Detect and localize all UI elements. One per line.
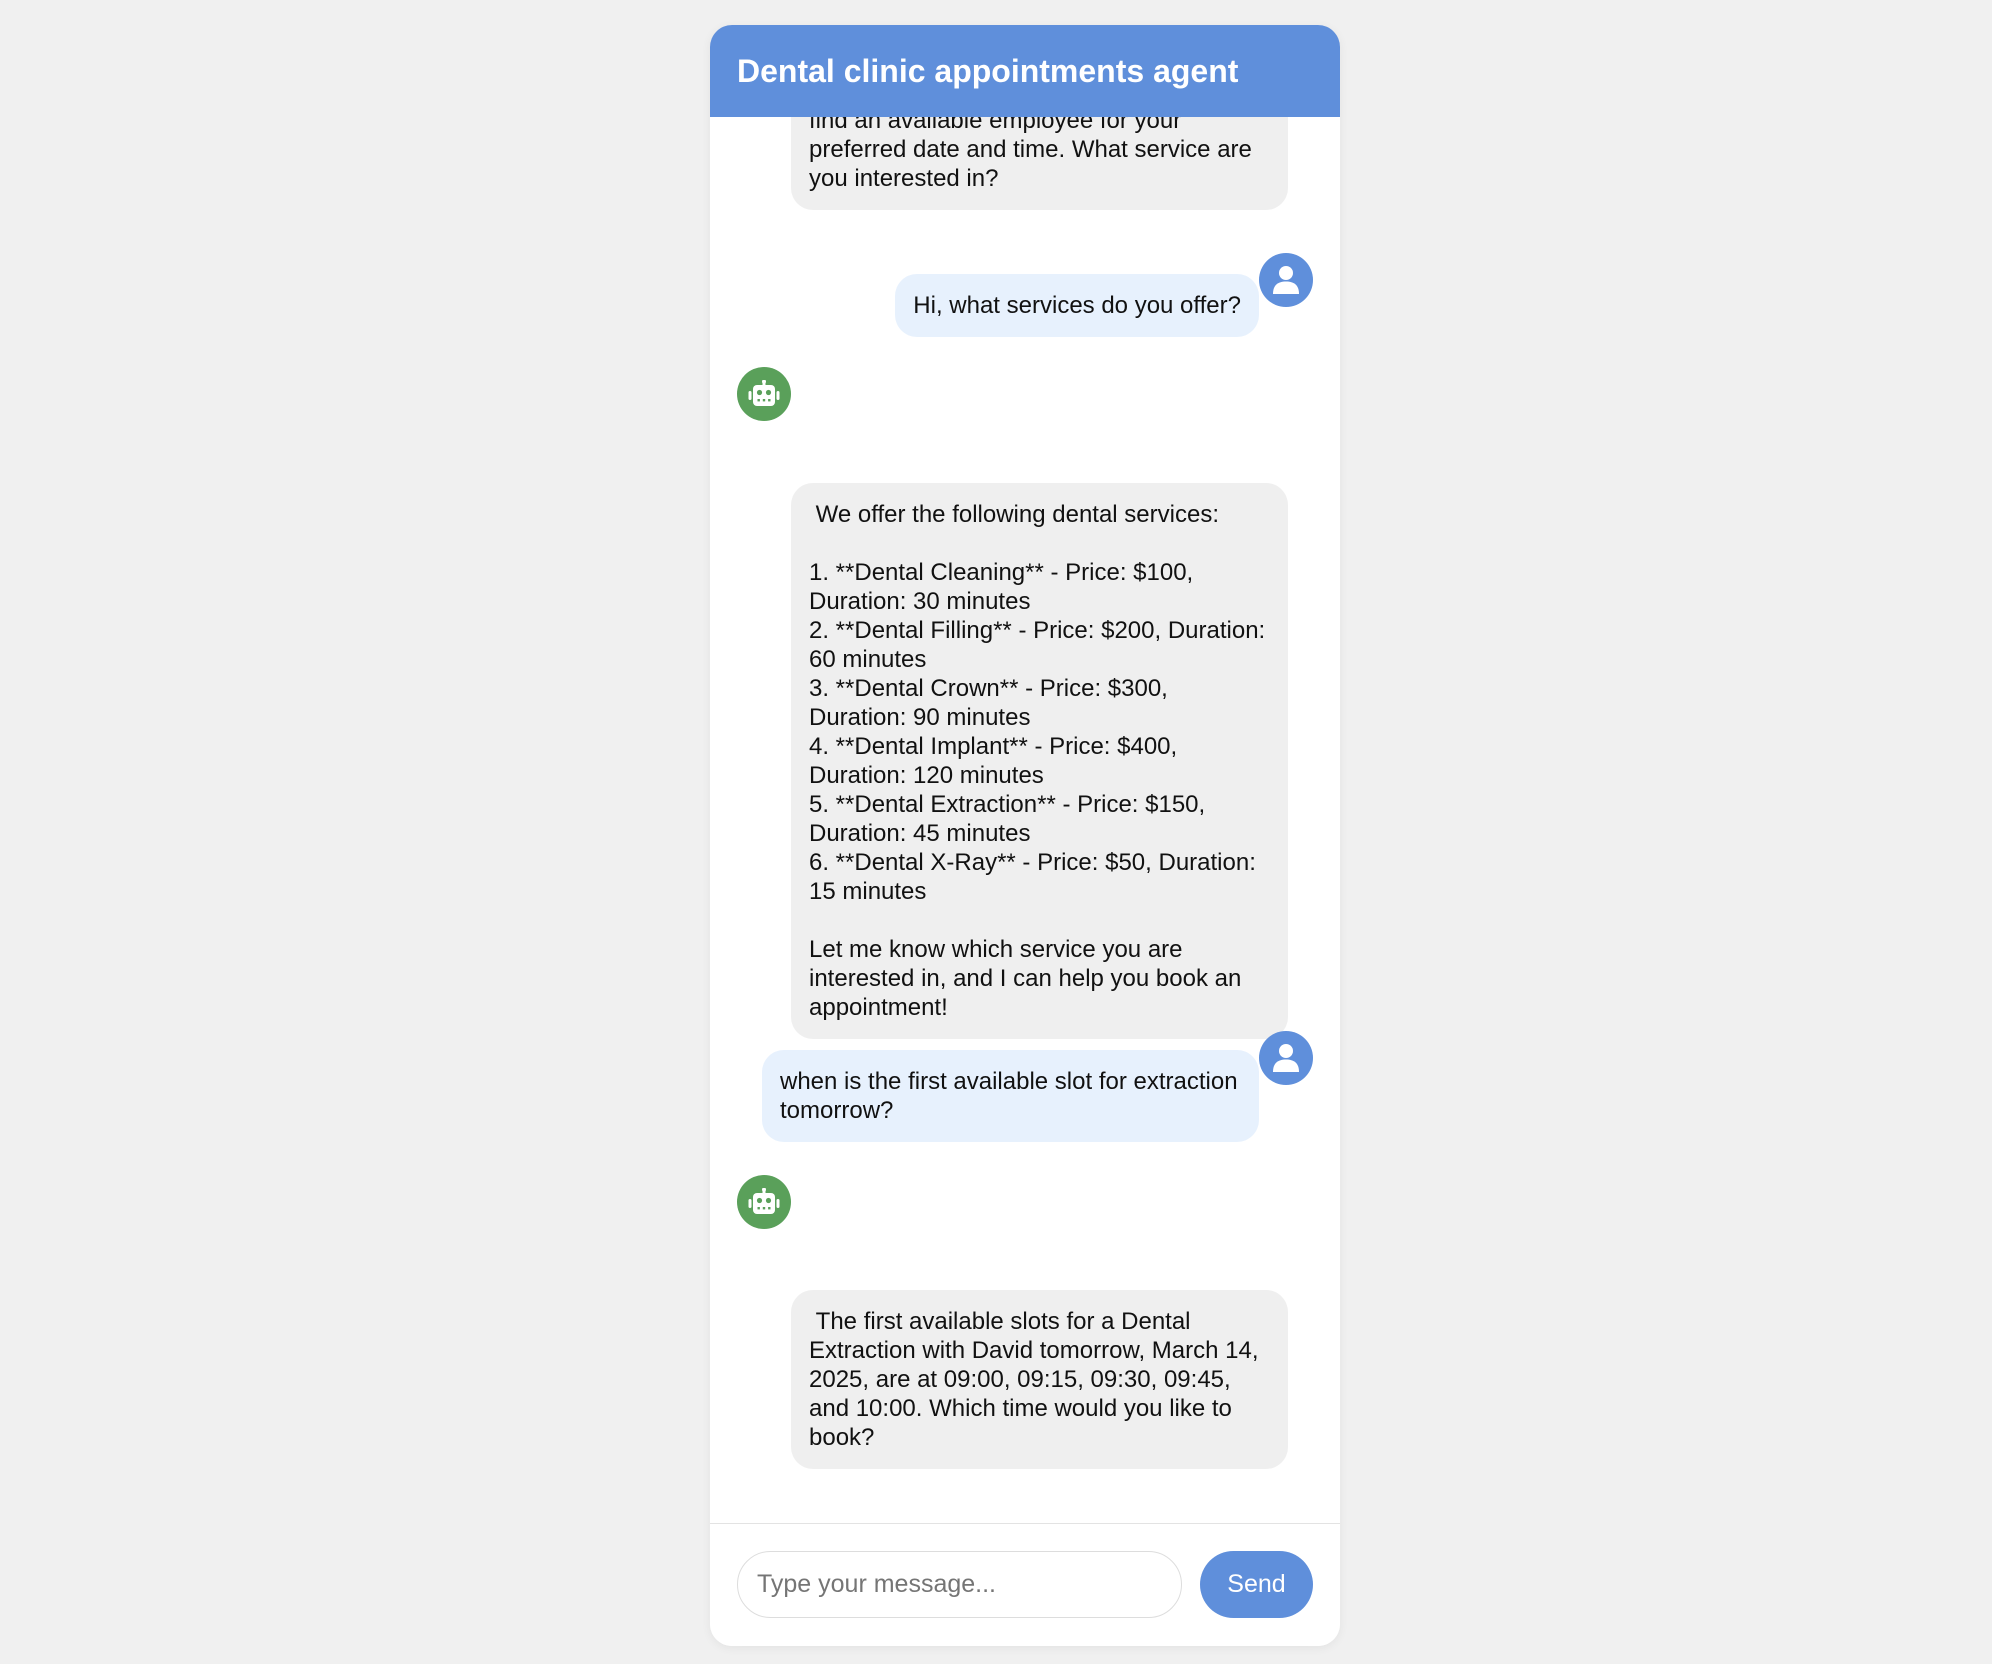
user-message-bubble: when is the first available slot for ext… bbox=[762, 1050, 1259, 1142]
user-avatar bbox=[1259, 253, 1313, 307]
chat-title: Dental clinic appointments agent bbox=[737, 53, 1239, 89]
user-icon bbox=[1273, 1044, 1299, 1072]
composer: Send bbox=[710, 1523, 1340, 1646]
message-input[interactable] bbox=[737, 1551, 1182, 1618]
chat-header: Dental clinic appointments agent bbox=[710, 25, 1340, 117]
bot-avatar bbox=[737, 367, 791, 421]
bot-message-bubble: The first available slots for a Dental E… bbox=[791, 1290, 1288, 1469]
message-list[interactable]: from various services, and I can help yo… bbox=[710, 117, 1340, 1549]
robot-icon bbox=[748, 1188, 780, 1214]
chat-window: Dental clinic appointments agent from va… bbox=[710, 25, 1340, 1646]
send-button[interactable]: Send bbox=[1200, 1551, 1313, 1618]
robot-icon bbox=[748, 380, 780, 406]
user-icon bbox=[1273, 266, 1299, 294]
user-message-bubble: Hi, what services do you offer? bbox=[895, 274, 1259, 337]
bot-message-bubble: from various services, and I can help yo… bbox=[791, 117, 1288, 210]
bot-avatar bbox=[737, 1175, 791, 1229]
bot-message-bubble: We offer the following dental services: … bbox=[791, 483, 1288, 1039]
user-avatar bbox=[1259, 1031, 1313, 1085]
